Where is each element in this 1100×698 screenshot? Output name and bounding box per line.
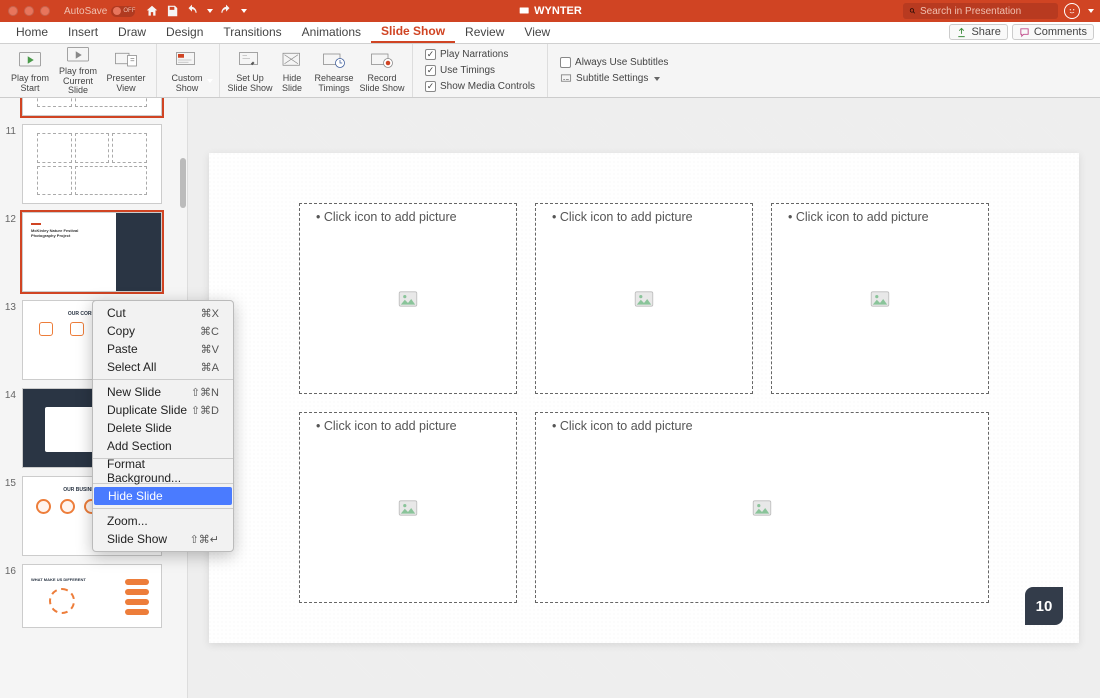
picture-icon[interactable] bbox=[870, 291, 890, 307]
current-slide[interactable]: Click icon to add picture Click icon to … bbox=[209, 153, 1079, 643]
setup-slide-show-button[interactable]: Set UpSlide Show bbox=[226, 46, 274, 96]
play-narrations-checkbox[interactable]: Play Narrations bbox=[425, 47, 535, 62]
hide-slide-button[interactable]: HideSlide bbox=[274, 46, 310, 96]
ctx-delete-slide[interactable]: Delete Slide bbox=[93, 419, 233, 437]
thumbnail-slide-16[interactable]: WHAT MAKE US DIFFERENT bbox=[22, 564, 162, 628]
scrollbar-thumb[interactable] bbox=[180, 158, 186, 208]
thumb-number: 14 bbox=[4, 388, 18, 401]
ribbon-tabs: Home Insert Draw Design Transitions Anim… bbox=[0, 22, 1100, 44]
thumbnail-slide-10[interactable] bbox=[22, 98, 162, 116]
chevron-down-icon bbox=[654, 77, 660, 81]
document-title: WYNTER bbox=[518, 5, 582, 17]
picture-icon[interactable] bbox=[398, 500, 418, 516]
ctx-duplicate-slide[interactable]: Duplicate Slide⇧⌘D bbox=[93, 401, 233, 419]
undo-icon[interactable] bbox=[185, 4, 199, 18]
undo-dropdown-icon[interactable] bbox=[207, 9, 213, 13]
redo-icon[interactable] bbox=[219, 4, 233, 18]
tab-home[interactable]: Home bbox=[6, 21, 58, 43]
thumb-number: 16 bbox=[4, 564, 18, 577]
play-from-start-button[interactable]: Play fromStart bbox=[6, 46, 54, 96]
picture-placeholder-5[interactable]: Click icon to add picture bbox=[535, 412, 989, 603]
tab-view[interactable]: View bbox=[514, 21, 560, 43]
thumbnail-slide-11[interactable] bbox=[22, 124, 162, 204]
placeholder-label: Click icon to add picture bbox=[316, 210, 457, 224]
show-media-controls-checkbox[interactable]: Show Media Controls bbox=[425, 79, 535, 94]
share-icon bbox=[956, 27, 967, 38]
qat-more-icon[interactable] bbox=[241, 9, 247, 13]
autosave-toggle[interactable]: OFF bbox=[111, 6, 135, 17]
ctx-hide-slide[interactable]: Hide Slide bbox=[94, 487, 232, 505]
presenter-view-button[interactable]: PresenterView bbox=[102, 46, 150, 96]
placeholder-label: Click icon to add picture bbox=[316, 419, 457, 433]
thumb-number: 13 bbox=[4, 300, 18, 313]
picture-placeholder-3[interactable]: Click icon to add picture bbox=[771, 203, 989, 394]
placeholder-label: Click icon to add picture bbox=[552, 210, 693, 224]
tab-draw[interactable]: Draw bbox=[108, 21, 156, 43]
ctx-add-section[interactable]: Add Section bbox=[93, 437, 233, 455]
tab-slide-show[interactable]: Slide Show bbox=[371, 21, 455, 43]
picture-icon[interactable] bbox=[398, 291, 418, 307]
ctx-select-all[interactable]: Select All⌘A bbox=[93, 358, 233, 376]
thumb-number: 12 bbox=[4, 212, 18, 225]
ctx-zoom[interactable]: Zoom... bbox=[93, 512, 233, 530]
comments-button[interactable]: Comments bbox=[1012, 24, 1094, 40]
record-slide-show-button[interactable]: RecordSlide Show bbox=[358, 46, 406, 96]
tab-transitions[interactable]: Transitions bbox=[213, 21, 291, 43]
slide-number-badge: 10 bbox=[1025, 587, 1063, 625]
close-window[interactable] bbox=[8, 6, 18, 16]
placeholder-label: Click icon to add picture bbox=[552, 419, 693, 433]
zoom-window[interactable] bbox=[40, 6, 50, 16]
search-icon bbox=[909, 6, 916, 16]
thumb-number: 15 bbox=[4, 476, 18, 489]
tab-insert[interactable]: Insert bbox=[58, 21, 108, 43]
ctx-paste[interactable]: Paste⌘V bbox=[93, 340, 233, 358]
subtitle-icon bbox=[560, 73, 572, 84]
tab-animations[interactable]: Animations bbox=[292, 21, 371, 43]
autosave-label: AutoSave bbox=[64, 6, 107, 17]
picture-icon[interactable] bbox=[634, 291, 654, 307]
comments-icon bbox=[1019, 27, 1030, 38]
ctx-new-slide[interactable]: New Slide⇧⌘N bbox=[93, 383, 233, 401]
tab-design[interactable]: Design bbox=[156, 21, 213, 43]
rehearse-timings-button[interactable]: RehearseTimings bbox=[310, 46, 358, 96]
search-box[interactable] bbox=[903, 3, 1058, 19]
always-use-subtitles-checkbox[interactable]: Always Use Subtitles bbox=[560, 55, 668, 70]
custom-show-dropdown-icon[interactable] bbox=[207, 79, 213, 83]
placeholder-label: Click icon to add picture bbox=[788, 210, 929, 224]
share-button[interactable]: Share bbox=[949, 24, 1007, 40]
ctx-format-background[interactable]: Format Background... bbox=[93, 462, 233, 480]
thumbnail-slide-12[interactable]: McKinley Nature FestivalPhotography Proj… bbox=[22, 212, 162, 292]
picture-placeholder-2[interactable]: Click icon to add picture bbox=[535, 203, 753, 394]
tab-review[interactable]: Review bbox=[455, 21, 514, 43]
picture-icon[interactable] bbox=[752, 500, 772, 516]
feedback-icon[interactable] bbox=[1064, 3, 1080, 19]
context-menu: Cut⌘X Copy⌘C Paste⌘V Select All⌘A New Sl… bbox=[92, 300, 234, 552]
thumb-number: 11 bbox=[4, 124, 18, 137]
play-from-current-button[interactable]: Play fromCurrent Slide bbox=[54, 46, 102, 96]
minimize-window[interactable] bbox=[24, 6, 34, 16]
ctx-slide-show[interactable]: Slide Show⇧⌘↵ bbox=[93, 530, 233, 548]
autosave: AutoSave OFF bbox=[64, 6, 135, 17]
window-controls bbox=[8, 6, 50, 16]
picture-placeholder-1[interactable]: Click icon to add picture bbox=[299, 203, 517, 394]
title-bar: AutoSave OFF WYNTER bbox=[0, 0, 1100, 22]
account-dropdown-icon[interactable] bbox=[1088, 9, 1094, 13]
custom-show-button[interactable]: CustomShow bbox=[163, 46, 211, 96]
quick-access-toolbar bbox=[145, 4, 247, 18]
use-timings-checkbox[interactable]: Use Timings bbox=[425, 63, 535, 78]
ctx-copy[interactable]: Copy⌘C bbox=[93, 322, 233, 340]
home-icon[interactable] bbox=[145, 4, 159, 18]
presentation-icon bbox=[518, 5, 530, 17]
subtitle-settings-button[interactable]: Subtitle Settings bbox=[560, 71, 668, 86]
search-input[interactable] bbox=[920, 6, 1052, 17]
save-icon[interactable] bbox=[165, 4, 179, 18]
picture-placeholder-4[interactable]: Click icon to add picture bbox=[299, 412, 517, 603]
ctx-cut[interactable]: Cut⌘X bbox=[93, 304, 233, 322]
ribbon: Play fromStart Play fromCurrent Slide Pr… bbox=[0, 44, 1100, 98]
slide-canvas: Click icon to add picture Click icon to … bbox=[188, 98, 1100, 698]
